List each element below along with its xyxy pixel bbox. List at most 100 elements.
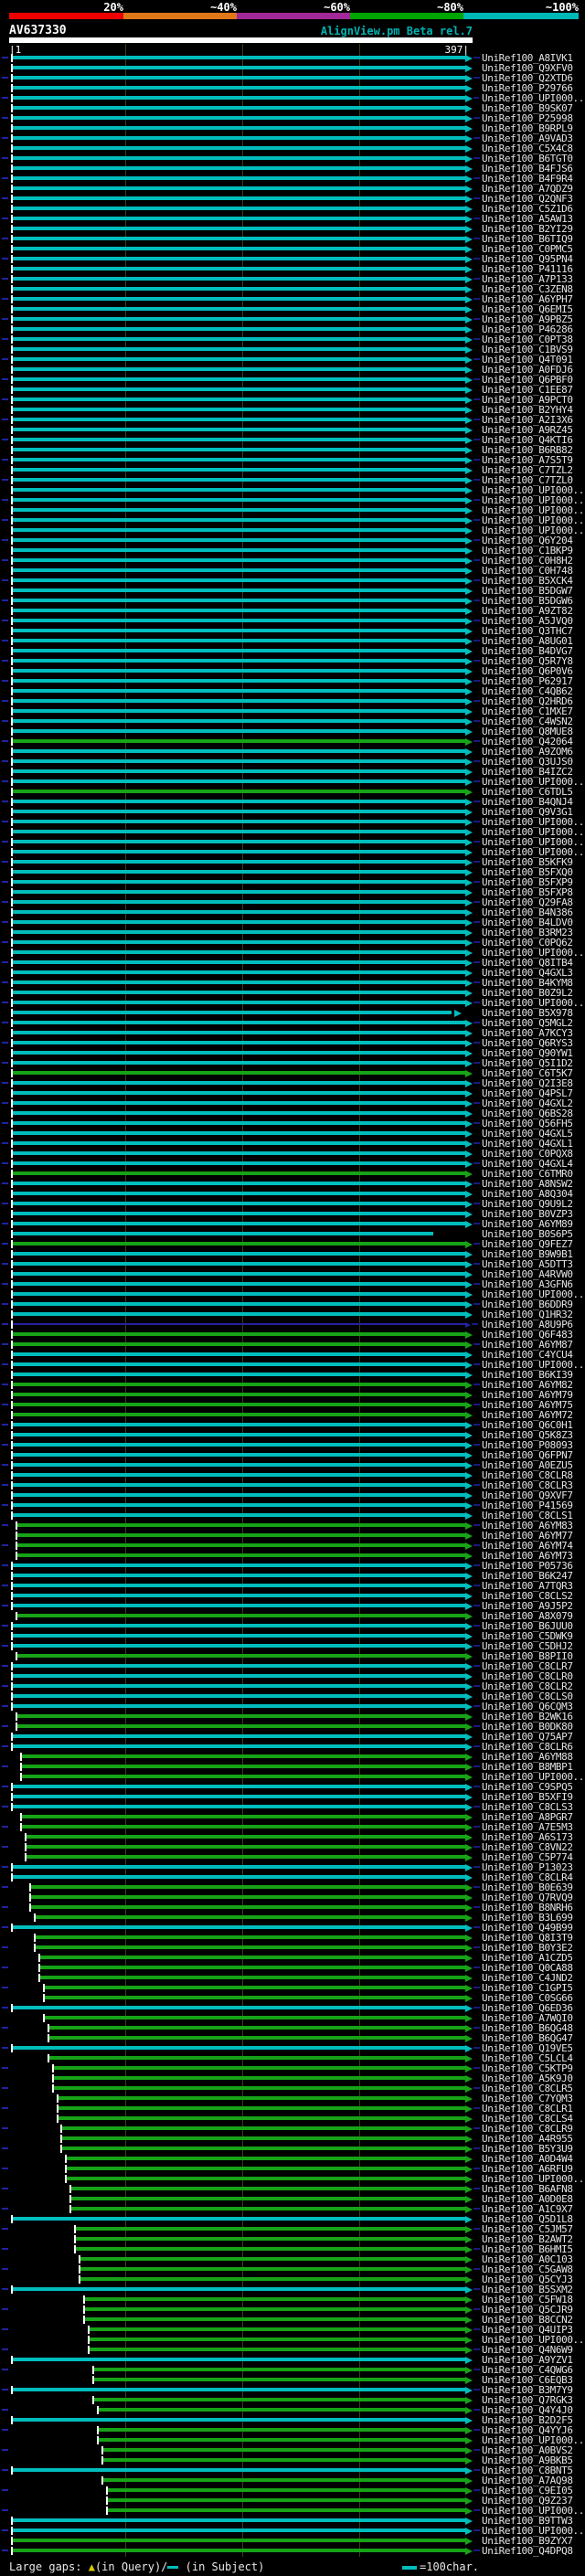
alignment-end-arrow-icon (465, 2095, 473, 2103)
alignment-bar (17, 1553, 465, 1557)
alignment-end-arrow-icon (465, 1241, 473, 1248)
alignment-end-arrow-icon (465, 2427, 473, 2434)
alignment-end-arrow-icon (465, 1130, 473, 1138)
alignment-bar (13, 247, 465, 250)
subject-extension-line (473, 499, 480, 501)
subject-left-extension-mark (2, 2369, 8, 2370)
alignment-end-arrow-icon (465, 939, 473, 947)
subject-left-extension-mark (2, 2208, 8, 2210)
alignment-end-arrow-icon (465, 1261, 473, 1268)
alignment-end-arrow-icon (465, 155, 473, 163)
alignment-end-arrow-icon (465, 1673, 473, 1680)
alignment-end-arrow-icon (465, 2115, 473, 2123)
alignment-bar (13, 1051, 465, 1055)
alignment-end-arrow-icon (465, 1221, 473, 1228)
subject-extension-line (473, 278, 480, 280)
subject-extension-line (473, 760, 480, 762)
alignment-end-arrow-icon (465, 1000, 473, 1007)
alignment-bar (17, 1714, 465, 1718)
alignment-end-arrow-icon (465, 75, 473, 82)
subject-left-extension-mark (2, 1223, 8, 1224)
alignment-bar (13, 1001, 465, 1004)
alignment-end-arrow-icon (465, 1542, 473, 1550)
subject-extension-line (473, 2007, 480, 2009)
subject-extension-line (473, 1765, 480, 1767)
subject-left-extension-mark (2, 338, 8, 340)
subject-extension-line (473, 1886, 480, 1888)
key-segment-green (350, 13, 463, 19)
alignment-end-arrow-icon (465, 2296, 473, 2304)
alignment-end-arrow-icon (465, 2266, 473, 2274)
alignment-end-arrow-icon (465, 658, 473, 665)
subject-extension-line (473, 1122, 480, 1124)
alignment-bar (13, 2287, 465, 2291)
subject-left-extension-mark (2, 539, 8, 541)
alignment-end-arrow-icon (465, 1553, 473, 1560)
subject-left-extension-mark (2, 2248, 8, 2250)
alignment-bar (13, 649, 465, 652)
alignment-end-arrow-icon (465, 2206, 473, 2213)
alignment-bar (13, 217, 465, 220)
alignment-bar (13, 1865, 465, 1869)
subject-extension-line (473, 1243, 480, 1245)
subject-left-extension-mark (2, 419, 8, 420)
alignment-end-arrow-icon (465, 2477, 473, 2485)
alignment-bar (13, 1252, 465, 1256)
alignment-bar (80, 2267, 465, 2271)
alignment-bar (13, 488, 465, 492)
alignment-bar (13, 568, 465, 572)
alignment-bar (13, 679, 465, 683)
subject-extension-line (473, 1585, 480, 1586)
alignment-bar (22, 1825, 465, 1829)
key-label-100: ~100% (545, 1, 579, 14)
alignment-end-arrow-icon (465, 1181, 473, 1188)
hit-label[interactable]: UniRef100_Q4DPQ8 (482, 2546, 573, 2556)
alignment-end-arrow-icon (465, 2075, 473, 2083)
alignment-bar (13, 1312, 465, 1316)
alignment-end-arrow-icon (465, 2447, 473, 2454)
alignment-bar (22, 1765, 465, 1768)
alignment-end-arrow-icon (465, 2367, 473, 2374)
alignment-bar (13, 267, 465, 270)
alignment-bar (99, 2438, 465, 2442)
alignment-end-arrow-icon (465, 457, 473, 464)
alignment-bar (13, 850, 465, 853)
subject-left-extension-mark (2, 1685, 8, 1687)
alignment-end-arrow-icon (465, 1854, 473, 1861)
alignment-bar (17, 1614, 465, 1617)
alignment-end-arrow-icon (465, 1352, 473, 1359)
alignment-end-arrow-icon (465, 738, 473, 746)
subject-left-extension-mark (2, 961, 8, 963)
alignment-bar (58, 2116, 465, 2120)
alignment-end-arrow-icon (465, 1573, 473, 1580)
alignment-end-arrow-icon (465, 306, 473, 313)
alignment-end-arrow-icon (465, 266, 473, 273)
alignment-end-arrow-icon (465, 1502, 473, 1510)
alignment-end-arrow-icon (465, 1653, 473, 1660)
alignment-bar (13, 227, 465, 230)
alignment-end-arrow-icon (465, 366, 473, 374)
alignment-bar (13, 870, 465, 874)
alignment-end-arrow-icon (465, 1874, 473, 1882)
alignment-bar (13, 930, 465, 934)
subject-extension-line (473, 378, 480, 380)
subject-left-extension-mark (2, 1625, 8, 1627)
subject-extension-line (473, 1002, 480, 1003)
alignment-end-arrow-icon (465, 1924, 473, 1932)
alignment-bar (13, 2539, 465, 2542)
alignment-end-arrow-icon (465, 95, 473, 102)
alignment-bar (13, 1011, 452, 1014)
alignment-bar (54, 2076, 465, 2080)
subject-left-extension-mark (2, 1002, 8, 1003)
subject-left-extension-mark (2, 780, 8, 782)
alignment-bar (13, 528, 465, 532)
alignment-bar (13, 327, 465, 331)
subject-left-extension-mark (2, 1605, 8, 1606)
alignment-end-arrow-icon (465, 397, 473, 404)
subject-left-extension-mark (2, 1544, 8, 1546)
legend-prefix: Large gaps: (9, 2560, 89, 2573)
alignment-bar (13, 438, 465, 441)
alignment-bar (13, 769, 465, 773)
subject-left-extension-mark (2, 2308, 8, 2310)
subject-left-extension-mark (2, 298, 8, 300)
